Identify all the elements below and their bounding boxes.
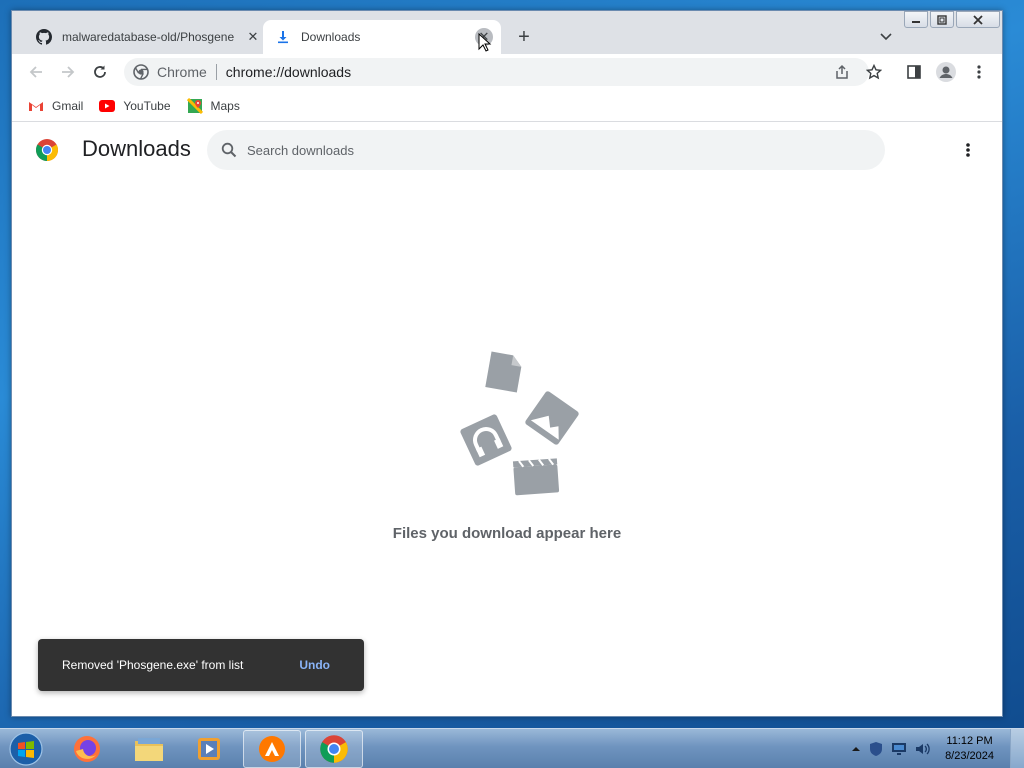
restore-icon	[937, 14, 947, 25]
forward-button[interactable]	[56, 60, 80, 84]
downloads-page: Downloads Search downloads Files you dow…	[12, 122, 1002, 716]
maps-icon	[186, 97, 203, 114]
system-tray: 11:12 PM 8/23/2024	[851, 729, 1024, 768]
removed-toast: Removed 'Phosgene.exe' from list Undo	[38, 639, 364, 691]
show-hidden-icons-button[interactable]	[851, 745, 861, 753]
arrow-right-icon	[62, 66, 75, 78]
bookmarks-bar: Gmail YouTube Maps	[12, 90, 1002, 122]
taskbar: 11:12 PM 8/23/2024	[0, 728, 1024, 768]
tab-github[interactable]: malwaredatabase-old/Phosgene ✕	[24, 20, 270, 54]
network-tray-icon[interactable]	[891, 742, 907, 756]
bookmark-gmail[interactable]: Gmail	[28, 99, 83, 113]
tab-title: malwaredatabase-old/Phosgene	[62, 30, 235, 44]
chrome-logo-icon	[35, 138, 59, 167]
tab-search-button[interactable]	[874, 25, 898, 49]
undo-button[interactable]: Undo	[299, 658, 330, 672]
bookmark-label: Gmail	[52, 98, 84, 113]
avast-icon	[259, 736, 285, 762]
avatar-icon	[936, 62, 956, 82]
reload-icon	[94, 65, 106, 78]
close-icon	[973, 14, 983, 25]
chrome-site-icon	[133, 64, 149, 80]
back-button[interactable]	[24, 60, 48, 84]
clock-time: 11:12 PM	[946, 735, 993, 747]
bookmark-star-button[interactable]	[862, 60, 886, 84]
restore-button[interactable]	[930, 11, 954, 28]
page-title: Downloads	[82, 136, 191, 161]
search-icon	[221, 142, 237, 158]
omnibox-divider	[215, 64, 217, 80]
image-icon	[525, 391, 579, 445]
toast-message: Removed 'Phosgene.exe' from list	[62, 658, 244, 672]
search-downloads-field[interactable]	[207, 130, 885, 170]
taskbar-chrome[interactable]	[305, 730, 363, 768]
show-desktop-button[interactable]	[1010, 729, 1024, 768]
new-tab-button[interactable]: +	[512, 25, 536, 49]
close-window-button[interactable]	[956, 11, 1000, 28]
firefox-icon	[74, 736, 100, 762]
tab-close-button[interactable]: ✕	[244, 28, 262, 46]
tab-downloads[interactable]: Downloads ✕	[263, 20, 501, 54]
bookmark-label: Maps	[210, 98, 240, 113]
empty-downloads-illustration	[444, 348, 584, 503]
url-text[interactable]: chrome://downloads	[226, 64, 351, 80]
media-player-icon	[198, 738, 220, 760]
taskbar-explorer[interactable]	[120, 730, 178, 768]
chevron-down-icon	[880, 33, 892, 41]
taskbar-firefox[interactable]	[58, 730, 116, 768]
taskbar-clock[interactable]: 11:12 PM 8/23/2024	[945, 734, 994, 764]
network-icon	[892, 743, 907, 755]
address-bar[interactable]: Chrome chrome://downloads	[124, 58, 869, 86]
gmail-icon	[28, 100, 44, 112]
downloads-menu-button[interactable]	[958, 140, 978, 160]
site-label: Chrome	[157, 64, 207, 80]
kebab-icon	[966, 143, 970, 157]
reload-button[interactable]	[88, 60, 112, 84]
chrome-window: malwaredatabase-old/Phosgene ✕ Downloads…	[11, 10, 1003, 717]
shield-icon	[870, 742, 883, 756]
kebab-icon	[977, 65, 981, 79]
start-button[interactable]	[4, 730, 48, 768]
taskbar-media-player[interactable]	[180, 730, 238, 768]
file-icon	[485, 351, 522, 393]
bookmark-label: YouTube	[123, 98, 171, 113]
minimize-button[interactable]	[904, 11, 928, 28]
side-panel-icon	[907, 65, 921, 79]
bookmark-maps[interactable]: Maps	[186, 97, 240, 114]
clock-date: 8/23/2024	[945, 750, 994, 762]
minimize-icon	[912, 20, 920, 23]
volume-tray-icon[interactable]	[915, 742, 931, 756]
video-icon	[512, 458, 560, 496]
folder-icon	[135, 738, 163, 761]
toolbar: Chrome chrome://downloads	[12, 54, 1002, 90]
download-icon	[275, 29, 291, 45]
share-button[interactable]	[830, 60, 854, 84]
arrow-left-icon	[29, 66, 42, 78]
tab-title: Downloads	[301, 30, 361, 44]
chevron-up-icon	[852, 747, 861, 751]
github-icon	[36, 29, 52, 45]
taskbar-avast[interactable]	[243, 730, 301, 768]
profile-button[interactable]	[934, 60, 958, 84]
star-icon	[866, 64, 882, 80]
search-input[interactable]	[247, 142, 847, 158]
tab-strip: malwaredatabase-old/Phosgene ✕ Downloads…	[12, 11, 1002, 54]
side-panel-button[interactable]	[902, 60, 926, 84]
empty-state-message: Files you download appear here	[392, 525, 622, 542]
chrome-icon	[320, 735, 348, 763]
chrome-menu-button[interactable]	[967, 60, 991, 84]
youtube-icon	[99, 99, 116, 112]
windows-orb-icon	[9, 732, 43, 766]
security-tray-icon[interactable]	[869, 741, 883, 757]
speaker-icon	[916, 743, 930, 755]
window-controls	[902, 11, 1000, 28]
mouse-cursor-icon	[478, 33, 492, 52]
share-icon	[836, 64, 848, 79]
bookmark-youtube[interactable]: YouTube	[99, 98, 171, 113]
audio-icon	[460, 414, 512, 466]
